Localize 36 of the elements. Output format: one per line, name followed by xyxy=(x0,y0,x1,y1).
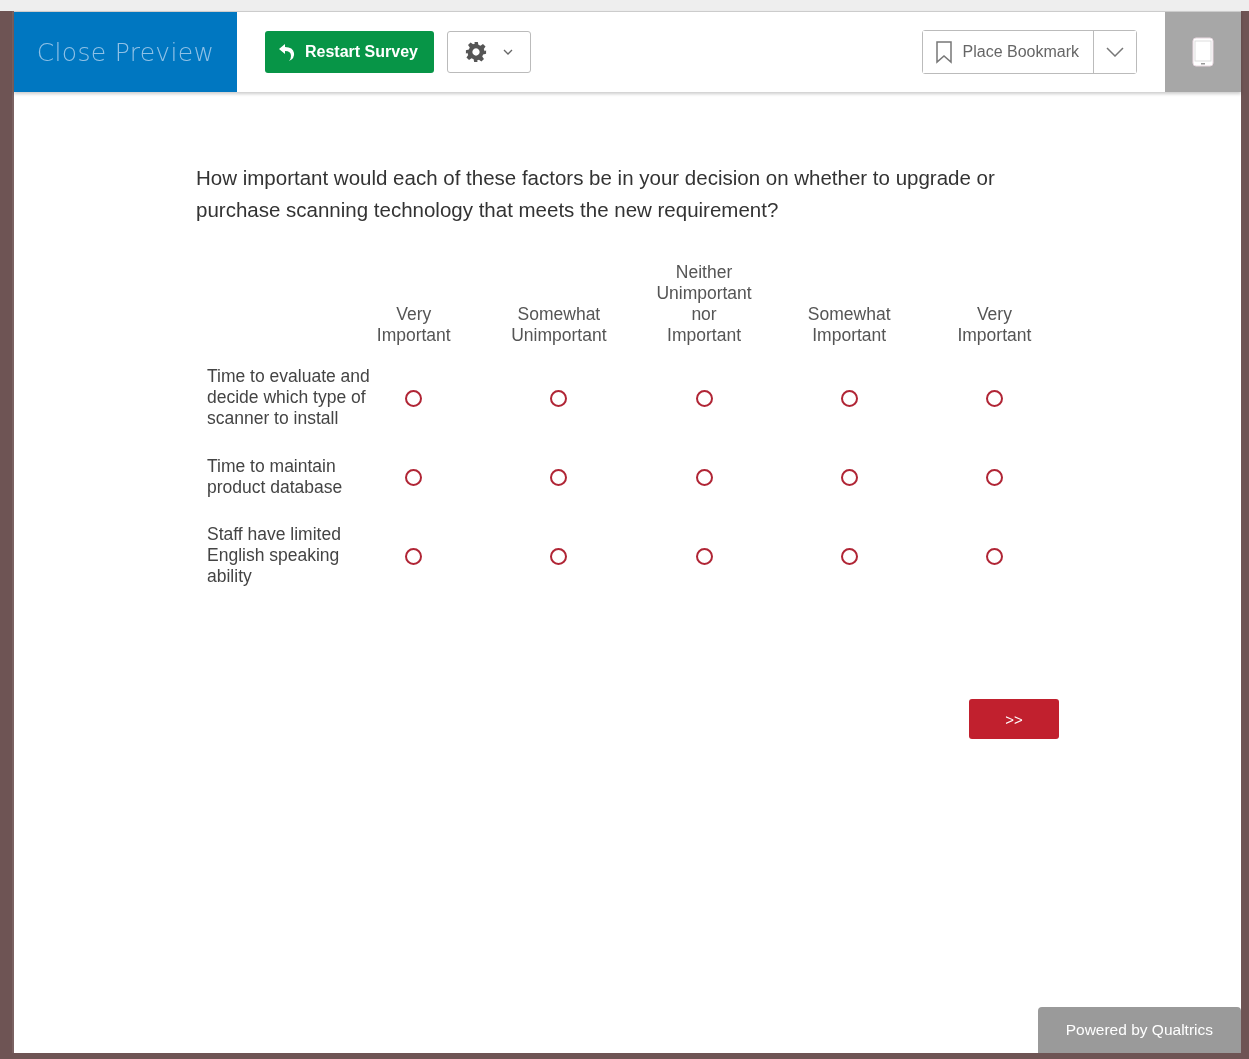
settings-icon xyxy=(464,41,487,63)
radio-button[interactable] xyxy=(985,547,1003,565)
radio-button[interactable] xyxy=(405,389,423,407)
column-header: Very Important xyxy=(375,304,452,346)
radio-button[interactable] xyxy=(405,547,423,565)
radio-button[interactable] xyxy=(840,468,858,486)
column-header: Very Important xyxy=(956,304,1033,346)
radio-button[interactable] xyxy=(985,468,1003,486)
row-label: Time to evaluate and decide which type of scanner to install xyxy=(207,366,371,429)
place-bookmark-button[interactable]: Place Bookmark xyxy=(922,31,1094,73)
settings-dropdown-button[interactable] xyxy=(446,31,531,73)
restart-survey-button[interactable]: Restart Survey xyxy=(265,31,434,73)
column-header: Somewhat Important xyxy=(806,304,892,346)
radio-button[interactable] xyxy=(985,389,1003,407)
next-button[interactable]: >> xyxy=(969,699,1059,739)
chevron-down-icon xyxy=(1106,47,1124,57)
undo-arrow-icon xyxy=(277,42,297,62)
chevron-down-icon xyxy=(502,49,513,55)
radio-button[interactable] xyxy=(840,547,858,565)
radio-button[interactable] xyxy=(840,389,858,407)
radio-button[interactable] xyxy=(695,547,713,565)
radio-button[interactable] xyxy=(550,547,568,565)
column-header: Somewhat Unimportant xyxy=(510,304,608,346)
radio-button[interactable] xyxy=(550,468,568,486)
column-header: Neither Unimportant nor Important xyxy=(655,262,753,346)
row-label: Time to maintain product database xyxy=(207,455,344,498)
radio-button[interactable] xyxy=(405,468,423,486)
question-text: How important would each of these factors be in your decision on whether to upgrade or purchase scanning technology that meets the new requirement? xyxy=(196,165,996,223)
radio-button[interactable] xyxy=(695,389,713,407)
bookmark-icon xyxy=(934,40,953,64)
radio-button[interactable] xyxy=(695,468,713,486)
radio-button[interactable] xyxy=(550,389,568,407)
powered-by-badge[interactable]: Powered by Qualtrics xyxy=(1037,1007,1241,1053)
close-preview-button[interactable]: Close Preview xyxy=(14,12,237,92)
row-label: Staff have limited English speaking ability xyxy=(207,524,342,587)
phone-icon xyxy=(1192,37,1214,67)
